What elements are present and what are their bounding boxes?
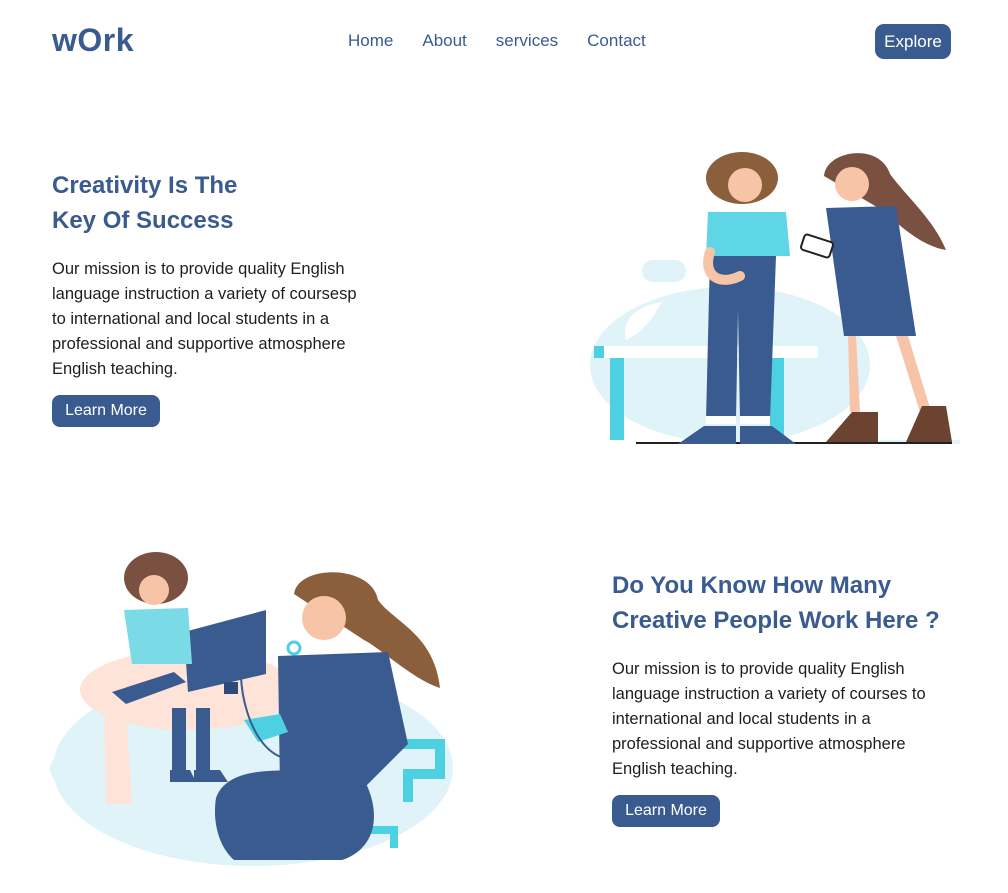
section2-learn-more-button[interactable]: Learn More bbox=[612, 795, 720, 827]
hero-learn-more-button[interactable]: Learn More bbox=[52, 395, 160, 427]
explore-button[interactable]: Explore bbox=[875, 24, 951, 59]
woman1-face bbox=[728, 168, 762, 202]
phone-icon bbox=[800, 233, 834, 259]
nav-contact[interactable]: Contact bbox=[587, 31, 646, 51]
girl-face bbox=[139, 575, 169, 605]
girl-leg bbox=[196, 708, 210, 774]
woman1-shirt bbox=[706, 212, 790, 256]
desc-line: Our mission is to provide quality Englis… bbox=[52, 260, 345, 278]
woman2-boot bbox=[906, 406, 952, 442]
woman-face bbox=[302, 596, 346, 640]
hero-description: Our mission is to provide quality Englis… bbox=[52, 257, 357, 382]
woman1-sock bbox=[740, 416, 770, 424]
table-top bbox=[594, 346, 818, 358]
desc-line: English teaching. bbox=[612, 760, 738, 778]
bg-cloud bbox=[82, 784, 202, 810]
table-edge bbox=[594, 346, 604, 358]
woman-skirt bbox=[214, 770, 374, 860]
woman1-sock bbox=[706, 416, 736, 424]
monitor-stand bbox=[224, 682, 238, 694]
desc-line: language instruction a variety of course… bbox=[52, 285, 357, 303]
table-leg bbox=[610, 358, 624, 440]
section2-title-line: Do You Know How Many bbox=[612, 572, 892, 599]
woman2-face bbox=[835, 167, 869, 201]
nav-home[interactable]: Home bbox=[348, 31, 393, 51]
girl-leg bbox=[172, 708, 186, 774]
main-nav: Home About services Contact bbox=[348, 31, 675, 51]
desc-line: English teaching. bbox=[52, 360, 178, 378]
two-women-illustration bbox=[590, 152, 960, 444]
woman2-leg bbox=[896, 336, 930, 412]
desc-line: professional and supportive atmosphere bbox=[52, 335, 346, 353]
girl-shirt bbox=[124, 608, 192, 664]
headset-icon bbox=[286, 640, 302, 656]
hero-title: Creativity Is The Key Of Success bbox=[52, 168, 237, 238]
desc-line: Our mission is to provide quality Englis… bbox=[612, 660, 905, 678]
section2-description: Our mission is to provide quality Englis… bbox=[612, 657, 926, 782]
hero-title-line: Creativity Is The bbox=[52, 172, 238, 199]
desc-line: to international and local students in a bbox=[52, 310, 330, 328]
office-illustration bbox=[50, 552, 453, 866]
brand-logo[interactable]: wOrk bbox=[52, 22, 134, 59]
desc-line: international and local students in a bbox=[612, 710, 871, 728]
section2-title: Do You Know How Many Creative People Wor… bbox=[612, 568, 940, 638]
bg-cloud bbox=[50, 754, 102, 784]
desc-line: language instruction a variety of course… bbox=[612, 685, 926, 703]
section2-title-line: Creative People Work Here ? bbox=[612, 607, 940, 634]
nav-services[interactable]: services bbox=[496, 31, 558, 51]
bg-cloud bbox=[642, 260, 686, 282]
nav-about[interactable]: About bbox=[422, 31, 466, 51]
desc-line: professional and supportive atmosphere bbox=[612, 735, 906, 753]
hero-title-line: Key Of Success bbox=[52, 207, 234, 234]
